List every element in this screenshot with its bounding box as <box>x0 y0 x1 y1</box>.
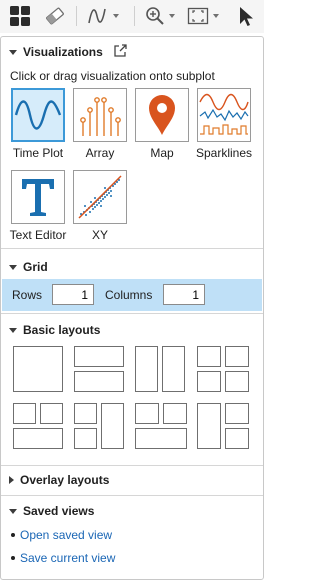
section-divider <box>1 248 263 249</box>
toolbar <box>0 0 264 33</box>
chevron-down-icon <box>213 14 219 18</box>
section-divider <box>1 465 263 466</box>
zoom-button[interactable] <box>144 4 175 28</box>
array-icon <box>80 97 121 136</box>
viz-label: Text Editor <box>9 228 67 242</box>
save-current-view-label: Save current view <box>20 551 116 565</box>
toolbar-separator <box>76 6 77 26</box>
subplot-grid-button[interactable] <box>8 4 32 28</box>
bullet-icon <box>11 556 15 560</box>
collapse-triangle-icon <box>9 327 17 333</box>
viz-thumbnail <box>135 88 189 142</box>
layout-one-left-two-right[interactable] <box>197 403 249 449</box>
columns-input[interactable] <box>163 284 205 305</box>
viz-time-plot[interactable]: Time Plot <box>5 88 71 160</box>
save-current-view-link[interactable]: Save current view <box>11 551 115 565</box>
basic-layouts-title: Basic layouts <box>23 323 101 337</box>
signal-button[interactable] <box>86 4 119 28</box>
grid-header[interactable]: Grid <box>9 260 48 274</box>
expand-triangle-icon <box>9 476 14 484</box>
viz-sparklines[interactable]: Sparklines <box>191 88 257 160</box>
zoom-icon <box>146 7 164 25</box>
signal-icon <box>88 8 106 24</box>
text-editor-icon <box>22 179 54 216</box>
collapse-triangle-icon <box>9 508 17 514</box>
viz-text-editor[interactable]: Text Editor <box>5 170 71 242</box>
viz-thumbnail <box>73 88 127 142</box>
undock-icon[interactable] <box>112 43 128 59</box>
pointer-icon <box>240 7 253 26</box>
section-divider <box>1 495 263 496</box>
rows-input[interactable] <box>52 284 94 305</box>
viz-thumbnail <box>197 88 251 142</box>
pointer-button[interactable] <box>236 4 256 28</box>
viz-label: Array <box>85 146 115 160</box>
open-saved-view-link[interactable]: Open saved view <box>11 528 112 542</box>
chevron-down-icon <box>169 14 175 18</box>
map-icon <box>149 95 175 135</box>
layout-single[interactable] <box>13 346 63 392</box>
viz-thumbnail <box>11 170 65 224</box>
viz-xy[interactable]: XY <box>67 170 133 242</box>
pan-region-icon <box>187 7 209 25</box>
open-saved-view-label: Open saved view <box>20 528 113 542</box>
visualizations-title: Visualizations <box>23 45 103 59</box>
bullet-icon <box>11 533 15 537</box>
viz-label: Time Plot <box>12 146 64 160</box>
subplot-grid-icon <box>10 6 30 26</box>
xy-icon <box>78 175 122 219</box>
sparklines-icon <box>199 93 249 135</box>
eraser-icon <box>46 7 64 25</box>
viz-thumbnail <box>11 88 65 142</box>
time-plot-icon <box>14 100 62 130</box>
layout-two-rows[interactable] <box>74 346 124 392</box>
overlay-layouts-header[interactable]: Overlay layouts <box>9 473 109 487</box>
visualizations-header[interactable]: Visualizations <box>9 45 103 59</box>
viz-array[interactable]: Array <box>67 88 133 160</box>
viz-label: Map <box>150 146 174 160</box>
grid-title: Grid <box>23 260 48 274</box>
layout-panel: Visualizations Click or drag visualizati… <box>0 36 264 580</box>
layout-two-top-one-bottom[interactable] <box>13 403 63 449</box>
viz-label: Sparklines <box>195 146 253 160</box>
rows-label: Rows <box>12 288 43 302</box>
collapse-triangle-icon <box>9 264 17 270</box>
layout-one-top-two-bottom[interactable] <box>135 403 187 449</box>
saved-views-header[interactable]: Saved views <box>9 504 94 518</box>
fit-region-button[interactable] <box>186 4 219 28</box>
basic-layouts-header[interactable]: Basic layouts <box>9 323 100 337</box>
chevron-down-icon <box>113 14 119 18</box>
viz-map[interactable]: Map <box>129 88 195 160</box>
layout-two-left-one-right[interactable] <box>74 403 124 449</box>
saved-views-title: Saved views <box>23 504 95 518</box>
toolbar-separator <box>134 6 135 26</box>
layout-two-by-two[interactable] <box>197 346 249 392</box>
columns-label: Columns <box>105 288 153 302</box>
layout-two-columns[interactable] <box>135 346 185 392</box>
collapse-triangle-icon <box>9 49 17 55</box>
viz-thumbnail <box>73 170 127 224</box>
visualizations-hint: Click or drag visualization onto subplot <box>10 69 215 83</box>
section-divider <box>1 313 263 314</box>
viz-label: XY <box>91 228 108 242</box>
overlay-layouts-title: Overlay layouts <box>20 473 110 487</box>
grid-size-row: Rows Columns <box>2 279 262 311</box>
clear-button[interactable] <box>44 4 66 28</box>
